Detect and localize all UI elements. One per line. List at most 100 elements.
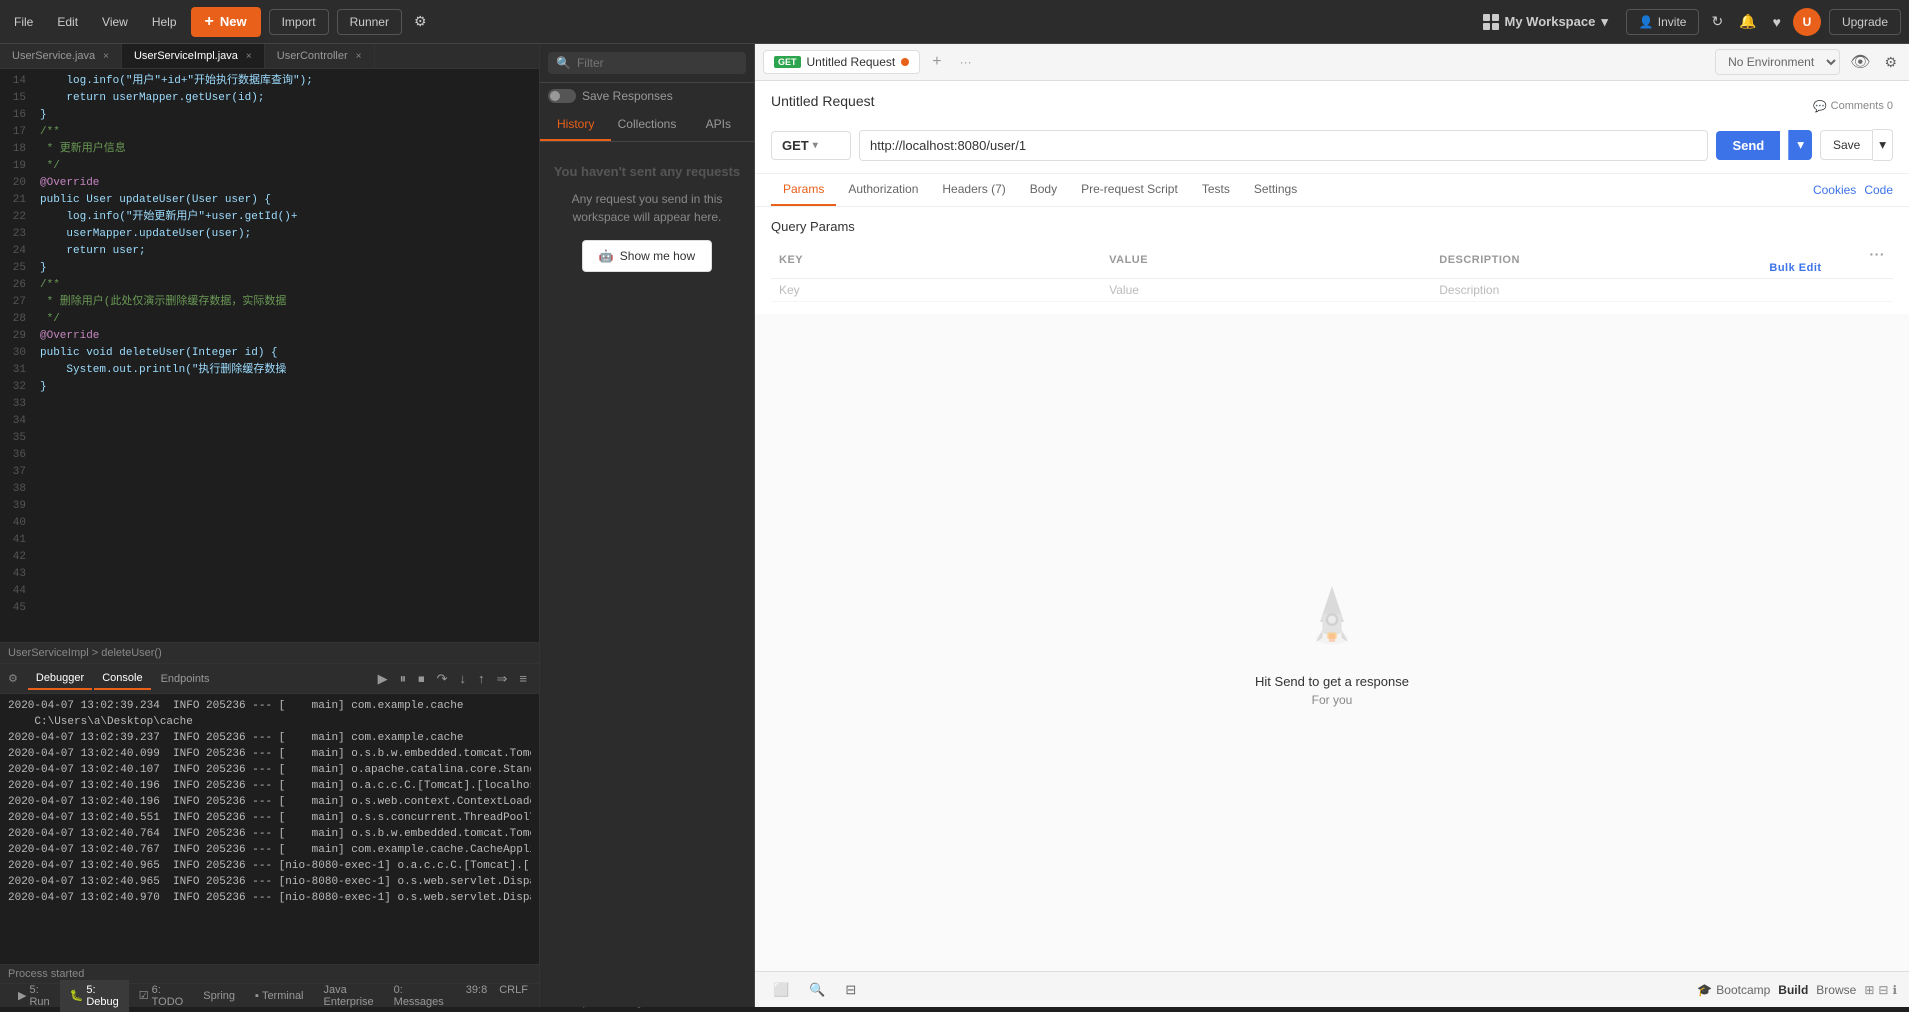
save-responses-switch[interactable] [548, 89, 576, 103]
debug-tab-debugger[interactable]: Debugger [28, 668, 92, 690]
environment-dropdown[interactable]: No Environment [1715, 49, 1840, 75]
tab-authorization[interactable]: Authorization [836, 174, 930, 206]
sync-icon[interactable]: ↻ [1707, 9, 1727, 34]
request-tab-active[interactable]: GET Untitled Request [763, 50, 920, 74]
debug-step-over[interactable]: ↷ [433, 669, 452, 689]
grid-icons: ⊞ ⊟ ℹ [1864, 983, 1897, 997]
params-table: KEY VALUE DESCRIPTION ··· Bulk Edit [771, 242, 1893, 302]
close-icon[interactable]: × [103, 51, 109, 62]
code-content[interactable]: log.info("用户"+id+"开始执行数据库查询"); return us… [32, 69, 539, 642]
menu-help[interactable]: Help [146, 11, 183, 33]
url-input[interactable] [859, 130, 1708, 161]
debug-step-out[interactable]: ↑ [474, 669, 489, 689]
response-empty-title: Hit Send to get a response [1255, 674, 1409, 689]
sidebar-content: You haven't sent any requests Any reques… [540, 142, 754, 1007]
run-icon: ▶ [18, 989, 26, 1002]
method-selector[interactable]: GET ▾ [771, 131, 851, 160]
sidebar-empty-subtitle: Any request you send in this workspace w… [552, 190, 742, 226]
debug-tab-endpoints[interactable]: Endpoints [153, 669, 218, 689]
menu-edit[interactable]: Edit [51, 11, 84, 33]
tab-tests[interactable]: Tests [1190, 174, 1242, 206]
workspace-icon [1483, 14, 1499, 30]
bootcamp-button[interactable]: 🎓 Bootcamp [1697, 983, 1770, 997]
search-bottom-button[interactable]: 🔍 [803, 978, 831, 1002]
save-dropdown-button[interactable]: ▾ [1873, 129, 1893, 161]
close-icon[interactable]: × [246, 51, 252, 62]
runner-button[interactable]: Runner [337, 9, 402, 35]
debug-panel: ⚙ Debugger Console Endpoints ▶ ⏸ ⏹ ↷ ↓ ↑ [0, 663, 539, 983]
params-more-options[interactable]: ··· [1870, 246, 1886, 262]
upgrade-button[interactable]: Upgrade [1829, 9, 1901, 35]
menu-file[interactable]: File [8, 11, 39, 33]
debug-tab-console[interactable]: Console [94, 668, 150, 690]
debug-label: Debugger [36, 672, 84, 684]
debug-pause[interactable]: ⏸ [396, 669, 411, 689]
settings-button[interactable]: ⚙ [410, 9, 431, 34]
status-bar: ▶ 5: Run 🐛 5: Debug ☑ 6: TODO Spring ▪ T… [0, 983, 539, 1007]
environment-visibility-toggle[interactable]: 👁 [1846, 48, 1874, 76]
browse-button[interactable]: Browse [1816, 983, 1856, 997]
filter-box[interactable]: 🔍 [548, 52, 746, 74]
more-tabs-button[interactable]: ··· [954, 53, 978, 71]
invite-button[interactable]: 👤 Invite [1626, 9, 1700, 35]
bootcamp-icon: 🎓 [1697, 983, 1712, 997]
tab-headers[interactable]: Headers (7) [930, 174, 1017, 206]
request-tab-label: Untitled Request [807, 55, 896, 69]
request-tabs: Params Authorization Headers (7) Body Pr… [755, 174, 1909, 207]
send-dropdown-button[interactable]: ▾ [1788, 130, 1812, 160]
cookies-bottom-button[interactable]: ⬜ [767, 978, 795, 1002]
grid-icon-3[interactable]: ℹ [1892, 983, 1897, 997]
workspace-button[interactable]: My Workspace ▾ [1473, 9, 1618, 35]
environment-settings-icon[interactable]: ⚙ [1880, 50, 1901, 75]
save-button[interactable]: Save [1820, 130, 1873, 160]
debug-evaluate[interactable]: ≡ [515, 669, 531, 689]
filter-input[interactable] [577, 56, 738, 70]
line-ending: CRLF [499, 984, 528, 1008]
save-responses-toggle: Save Responses [540, 83, 754, 109]
import-button[interactable]: Import [269, 9, 329, 35]
sidebar-nav-apis[interactable]: APIs [683, 109, 754, 141]
sidebar-nav-collections[interactable]: Collections [611, 109, 682, 141]
ide-panel: UserService.java × UserServiceImpl.java … [0, 44, 540, 1007]
modified-indicator [901, 58, 909, 66]
response-area: Hit Send to get a response For you [755, 314, 1909, 971]
add-tab-button[interactable]: + [926, 51, 947, 73]
grid-icon-1[interactable]: ⊞ [1864, 983, 1874, 997]
cookies-link[interactable]: Cookies [1813, 183, 1856, 197]
ide-tab-usercontroller[interactable]: UserController × [265, 44, 375, 68]
main-area: UserService.java × UserServiceImpl.java … [0, 44, 1909, 1007]
menu-view[interactable]: View [96, 11, 134, 33]
save-button-group: Save ▾ [1820, 129, 1893, 161]
debug-resume[interactable]: ▶ [374, 669, 392, 689]
tab-settings[interactable]: Settings [1242, 174, 1309, 206]
close-icon[interactable]: × [356, 51, 362, 62]
debug-step-into[interactable]: ↓ [456, 669, 471, 689]
key-input[interactable] [779, 283, 1093, 297]
debug-run-cursor[interactable]: ⇒ [493, 669, 512, 689]
send-button[interactable]: Send [1716, 131, 1780, 160]
desc-column-header: DESCRIPTION [1431, 242, 1761, 279]
description-input[interactable] [1439, 283, 1753, 297]
value-input[interactable] [1109, 283, 1423, 297]
bulk-edit-link[interactable]: Bulk Edit [1769, 262, 1885, 274]
avatar[interactable]: U [1793, 8, 1821, 36]
show-me-how-button[interactable]: 🤖 Show me how [582, 240, 712, 272]
endpoints-label: Endpoints [161, 673, 210, 685]
new-button[interactable]: + New [191, 7, 261, 37]
ide-tab-userservice[interactable]: UserService.java × [0, 44, 122, 68]
build-button[interactable]: Build [1778, 983, 1808, 997]
ide-code-area: 1415161718192021222324252627282930313233… [0, 69, 539, 642]
code-link[interactable]: Code [1864, 183, 1893, 197]
sidebar-nav-history[interactable]: History [540, 109, 611, 141]
heart-icon[interactable]: ♥ [1769, 10, 1785, 34]
tab-params[interactable]: Params [771, 174, 836, 206]
grid-icon-2[interactable]: ⊟ [1878, 983, 1888, 997]
postman-main: GET Untitled Request + ··· No Environmen… [755, 44, 1909, 1007]
debug-stop[interactable]: ⏹ [414, 669, 429, 689]
bell-icon[interactable]: 🔔 [1735, 9, 1760, 34]
ide-tab-userserviceimpl[interactable]: UserServiceImpl.java × [122, 44, 265, 68]
tab-prerequest[interactable]: Pre-request Script [1069, 174, 1190, 206]
tab-body[interactable]: Body [1018, 174, 1069, 206]
comments-button[interactable]: 💬 Comments 0 [1813, 100, 1893, 113]
layout-bottom-button[interactable]: ⊟ [839, 978, 862, 1002]
